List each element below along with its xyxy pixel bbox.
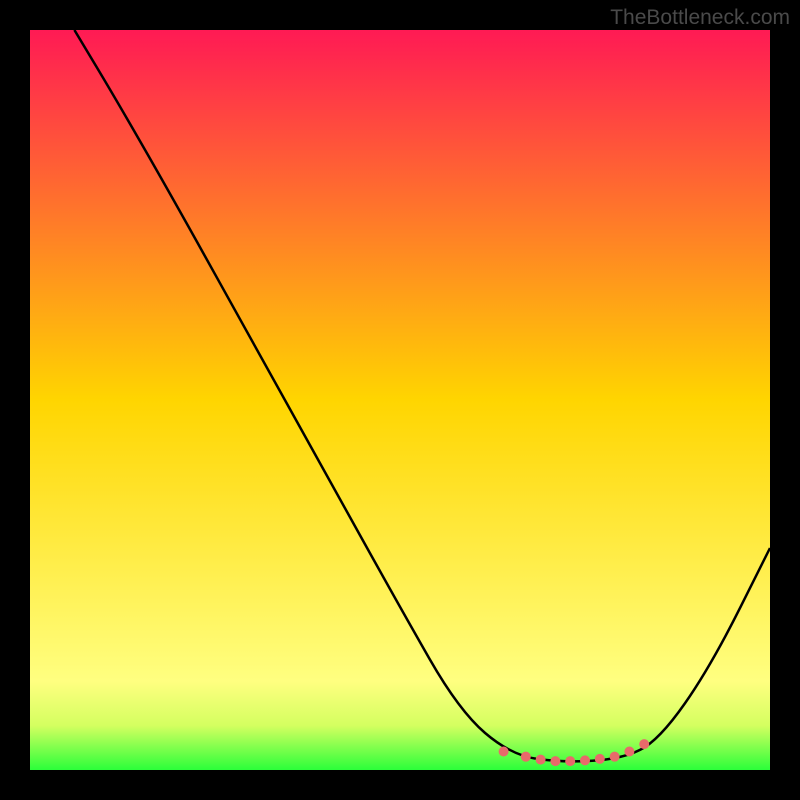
highlight-dot [595,754,605,764]
highlight-dot [565,756,575,766]
highlight-dot [639,739,649,749]
chart-container: TheBottleneck.com [0,0,800,800]
highlight-dot [624,747,634,757]
dots-layer [30,30,770,770]
highlight-dot [521,752,531,762]
highlight-dot [536,755,546,765]
plot-area [30,30,770,770]
highlight-dot [499,747,509,757]
watermark-text: TheBottleneck.com [610,6,790,30]
highlight-dot [550,756,560,766]
highlight-dots [499,739,650,766]
highlight-dot [580,755,590,765]
highlight-dot [610,752,620,762]
